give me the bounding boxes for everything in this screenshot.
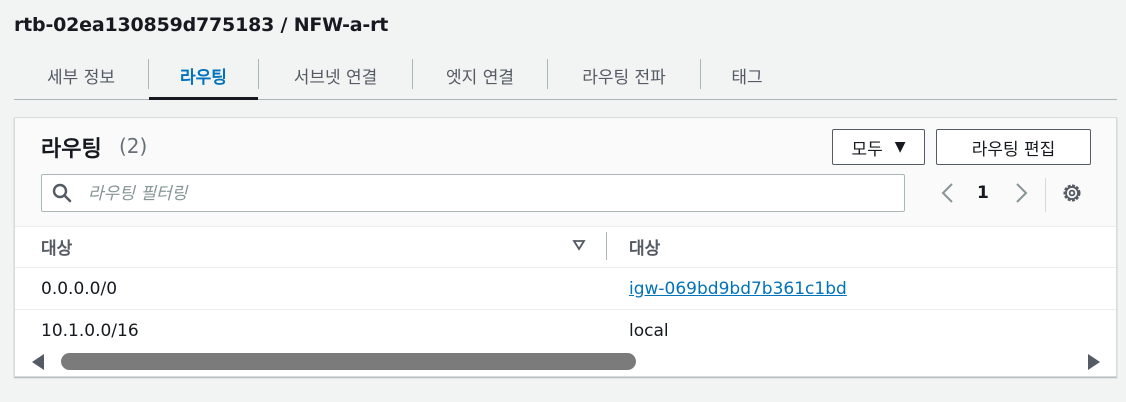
tab-route-propagation[interactable]: 라우팅 전파 bbox=[548, 52, 700, 99]
horizontal-scrollbar[interactable] bbox=[15, 350, 1116, 374]
sort-descending-icon[interactable] bbox=[572, 238, 586, 252]
route-count: (2) bbox=[119, 134, 148, 158]
current-page[interactable]: 1 bbox=[977, 183, 989, 203]
filter-select-value: 모두 bbox=[851, 139, 883, 160]
chevron-left-icon[interactable] bbox=[940, 182, 956, 204]
tab-edge-associations[interactable]: 엣지 연결 bbox=[413, 52, 547, 99]
column-header-destination[interactable]: 대상 bbox=[41, 226, 72, 266]
filter-select[interactable]: 모두 ▼ bbox=[832, 129, 925, 165]
column-resizer[interactable] bbox=[606, 232, 607, 260]
tab-subnet-associations[interactable]: 서브넷 연결 bbox=[259, 52, 412, 99]
search-field[interactable] bbox=[41, 174, 905, 213]
edit-routes-button[interactable]: 라우팅 편집 bbox=[936, 129, 1091, 165]
route-target: local bbox=[629, 320, 669, 341]
route-destination: 0.0.0.0/0 bbox=[41, 278, 118, 299]
panel-title: 라우팅 bbox=[41, 137, 102, 162]
tab-routes[interactable]: 라우팅 bbox=[149, 52, 258, 100]
scroll-left-arrow-icon[interactable] bbox=[31, 353, 45, 371]
gear-icon[interactable] bbox=[1061, 182, 1083, 204]
tab-details[interactable]: 세부 정보 bbox=[14, 52, 148, 99]
caret-down-icon: ▼ bbox=[894, 139, 906, 155]
page-title: rtb-02ea130859d775183 / NFW-a-rt bbox=[14, 14, 389, 36]
table-row: 10.1.0.0/16 local bbox=[15, 309, 1116, 351]
chevron-right-icon[interactable] bbox=[1013, 182, 1029, 204]
search-icon bbox=[52, 183, 72, 203]
table-row: 0.0.0.0/0 igw-069bd9bd7b361c1bd bbox=[15, 267, 1116, 309]
column-header-target[interactable]: 대상 bbox=[629, 226, 660, 266]
search-input[interactable] bbox=[86, 175, 890, 213]
route-target-link[interactable]: igw-069bd9bd7b361c1bd bbox=[629, 279, 847, 299]
route-target: igw-069bd9bd7b361c1bd bbox=[629, 268, 847, 309]
tab-list: 세부 정보 라우팅 서브넷 연결 엣지 연결 라우팅 전파 태그 bbox=[14, 52, 1117, 100]
route-destination: 10.1.0.0/16 bbox=[41, 320, 139, 341]
scroll-right-arrow-icon[interactable] bbox=[1087, 353, 1101, 371]
pager-divider bbox=[1045, 178, 1046, 212]
tab-tags[interactable]: 태그 bbox=[701, 52, 793, 99]
scrollbar-thumb[interactable] bbox=[61, 353, 636, 370]
routes-panel: 라우팅 (2) 모두 ▼ 라우팅 편집 1 대상 대상 0.0.0.0/0 ig… bbox=[14, 117, 1117, 377]
